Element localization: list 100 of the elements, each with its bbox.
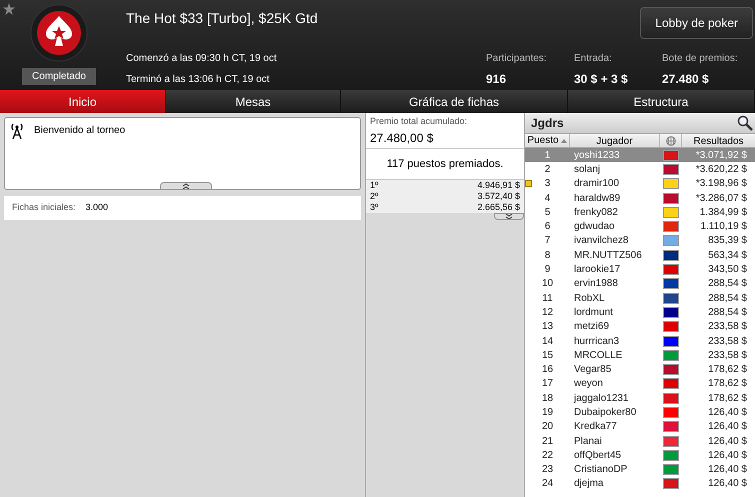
result-cell-text: 126,40 $ xyxy=(707,463,748,478)
player-name: weyon xyxy=(573,377,604,392)
result-cell-text: 1.384,99 $ xyxy=(698,206,748,220)
player-name: MRCOLLE xyxy=(573,348,624,363)
rank-cell-text: 14 xyxy=(540,334,554,349)
players-title: Jgdrs xyxy=(531,115,564,132)
tab[interactable]: Gráfica de fichas xyxy=(341,90,568,113)
player-row[interactable]: 5 frenky082 1.384,99 $ xyxy=(525,205,755,220)
rank-cell-text: 24 xyxy=(540,477,554,492)
player-name: metzi69 xyxy=(573,320,610,334)
result-cell-text: *3.620,22 $ xyxy=(694,162,748,177)
result-cell-text: *3.071,92 $ xyxy=(694,148,748,163)
result-cell-text: 126,40 $ xyxy=(707,434,748,449)
player-row[interactable]: 16 Vegar85 178,62 $ xyxy=(525,362,755,377)
tab[interactable]: Mesas xyxy=(166,90,341,113)
player-row[interactable]: 4 haraldw89 *3.286,07 $ xyxy=(525,190,755,206)
result-cell-text: 343,50 $ xyxy=(707,263,748,278)
prize-amount: 3.572,40 $ xyxy=(477,191,520,202)
rank-cell-text: 21 xyxy=(540,434,554,449)
rank-cell-text: 18 xyxy=(540,392,554,406)
player-name: lordmunt xyxy=(573,306,614,320)
result-cell-text: 126,40 $ xyxy=(707,448,748,463)
player-row[interactable]: 24 djejma 126,40 $ xyxy=(525,476,755,492)
column-header[interactable]: Puesto xyxy=(525,134,570,147)
player-name: ivanvilchez8 xyxy=(573,234,630,248)
player-row[interactable]: 9 larookie17 343,50 $ xyxy=(525,262,755,277)
player-name: MR.NUTTZ506 xyxy=(573,248,643,263)
rank-cell-text: 6 xyxy=(544,220,552,234)
sort-up-icon xyxy=(560,138,567,142)
prize-amount: 2.665,56 $ xyxy=(477,202,520,213)
player-row[interactable]: 12 lordmunt 288,54 $ xyxy=(525,305,755,320)
player-row[interactable]: 15 MRCOLLE 233,58 $ xyxy=(525,348,755,362)
player-row[interactable]: 19 Dubaipoker80 126,40 $ xyxy=(525,405,755,420)
player-row[interactable]: 6 gdwudao 1.110,19 $ xyxy=(525,219,755,234)
player-row[interactable]: 22 offQbert45 126,40 $ xyxy=(525,448,755,463)
player-row[interactable]: 3 dramir100 *3.198,96 $ xyxy=(525,176,755,191)
double-chevron-down-icon xyxy=(505,214,513,219)
result-cell-text: *3.286,07 $ xyxy=(694,192,748,206)
tab[interactable]: Estructura xyxy=(568,90,755,113)
search-icon[interactable] xyxy=(737,115,753,131)
expand-button[interactable] xyxy=(494,213,524,220)
rank-cell-text: 12 xyxy=(540,306,554,320)
message-text: Bienvenido al torneo xyxy=(34,124,126,138)
column-header[interactable]: Jugador xyxy=(570,134,660,147)
player-name: gdwudao xyxy=(573,220,616,234)
rank-cell-text: 8 xyxy=(544,248,552,263)
result-cell-text: 126,40 $ xyxy=(707,406,748,420)
result-cell-text: 288,54 $ xyxy=(707,292,748,306)
player-row[interactable]: 14 hurrrican3 233,58 $ xyxy=(525,334,755,348)
double-chevron-up-icon xyxy=(182,183,190,189)
tournament-title: The Hot $33 [Turbo], $25K Gtd xyxy=(126,9,318,28)
player-name: yoshi1233 xyxy=(573,148,621,163)
player-name: CristianoDP xyxy=(573,463,628,478)
player-name: Dubaipoker80 xyxy=(573,406,638,420)
player-row[interactable]: 10 ervin1988 288,54 $ xyxy=(525,276,755,291)
prize-label: Premio total acumulado: xyxy=(369,115,468,128)
player-row[interactable]: 7 ivanvilchez8 835,39 $ xyxy=(525,234,755,248)
spade-logo-icon xyxy=(30,4,88,62)
antenna-icon xyxy=(10,123,24,139)
player-row[interactable]: 20 Kredka77 126,40 $ xyxy=(525,420,755,434)
stat-label: Participantes: xyxy=(486,52,548,66)
rank-cell-text: 20 xyxy=(540,420,554,434)
rank-cell-text: 7 xyxy=(544,234,552,248)
rank-cell-text: 1 xyxy=(544,148,552,163)
column-header[interactable]: Resultados xyxy=(682,134,755,147)
player-row[interactable]: 2 solanj *3.620,22 $ xyxy=(525,162,755,177)
player-name: jaggalo1231 xyxy=(572,392,630,406)
result-cell-text: 288,54 $ xyxy=(707,277,748,292)
player-row[interactable]: 17 weyon 178,62 $ xyxy=(525,376,755,392)
result-cell-text: 233,58 $ xyxy=(707,334,748,349)
prize-place: 1º xyxy=(370,180,378,191)
player-name: ervin1988 xyxy=(573,277,619,292)
result-cell-text: 1.110,19 $ xyxy=(699,220,748,234)
info-value: 3.000 xyxy=(86,201,108,214)
result-cell-text: 178,62 $ xyxy=(707,363,748,378)
player-name: Kredka77 xyxy=(573,420,618,434)
player-name: dramir100 xyxy=(573,177,620,192)
player-row[interactable]: 13 metzi69 233,58 $ xyxy=(525,320,755,334)
result-cell-text: 233,58 $ xyxy=(707,348,748,363)
stat-label: Entrada: xyxy=(574,52,613,66)
player-row[interactable]: 18 jaggalo1231 178,62 $ xyxy=(525,391,755,406)
prize-place: 3º xyxy=(370,202,378,213)
player-name: frenky082 xyxy=(573,206,619,220)
player-row[interactable]: 8 MR.NUTTZ506 563,34 $ xyxy=(525,248,755,262)
player-name: haraldw89 xyxy=(573,192,622,206)
rank-cell-text: 17 xyxy=(540,377,554,392)
star-icon xyxy=(3,3,15,15)
tab[interactable]: Inicio xyxy=(0,90,166,113)
rank-cell-text: 4 xyxy=(544,192,552,206)
rank-cell-text: 2 xyxy=(544,162,552,177)
rank-cell-text: 19 xyxy=(540,406,554,420)
player-row[interactable]: 21 Planai 126,40 $ xyxy=(525,434,755,448)
player-row[interactable]: 23 CristianoDP 126,40 $ xyxy=(525,462,755,477)
lobby-button[interactable]: Lobby de poker xyxy=(640,7,753,39)
collapse-button[interactable] xyxy=(160,182,212,190)
player-row[interactable]: 11 RobXL 288,54 $ xyxy=(525,290,755,306)
stat-label: Bote de premios: xyxy=(662,52,739,66)
result-cell-text: 178,62 $ xyxy=(707,392,748,406)
rank-cell-text: 13 xyxy=(540,320,554,334)
player-name: larookie17 xyxy=(573,263,622,278)
